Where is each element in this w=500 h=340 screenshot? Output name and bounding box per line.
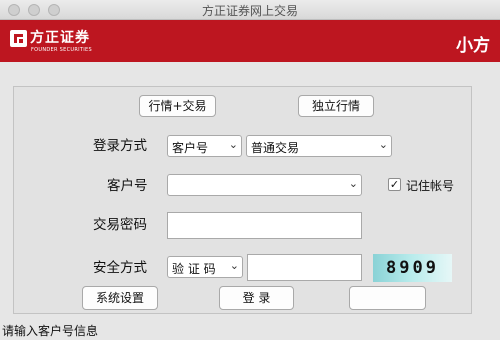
founder-logo-icon <box>10 30 27 47</box>
captcha-input[interactable] <box>247 254 362 281</box>
account-type-value: 客户号 <box>172 141 209 155</box>
security-method-value: 验 证 码 <box>172 262 216 276</box>
trade-type-select[interactable]: 普通交易 ⌄ <box>246 135 392 157</box>
chevron-down-icon: ⌄ <box>229 259 239 272</box>
password-label: 交易密码 <box>93 217 147 233</box>
window-titlebar: 方正证券网上交易 <box>0 0 500 20</box>
account-label: 客户号 <box>107 178 148 194</box>
remember-account-checkbox[interactable]: ✓ <box>388 178 401 191</box>
login-button[interactable]: 登 录 <box>219 286 294 310</box>
account-combobox[interactable]: ⌄ <box>167 174 362 196</box>
account-type-select[interactable]: 客户号 ⌄ <box>167 135 242 157</box>
logo-chinese-text: 方正证券 <box>30 30 90 46</box>
brand-xiaofang: 小方 <box>456 36 490 56</box>
login-method-label: 登录方式 <box>93 138 147 154</box>
security-method-select[interactable]: 验 证 码 ⌄ <box>167 256 243 278</box>
window-title: 方正证券网上交易 <box>201 4 298 18</box>
remember-account-label: 记住帐号 <box>406 179 455 193</box>
chevron-down-icon: ⌄ <box>378 138 388 151</box>
quote-trade-button[interactable]: 行情+交易 <box>139 95 216 117</box>
password-input[interactable] <box>167 212 362 239</box>
captcha-image[interactable]: 8909 <box>373 254 452 282</box>
chevron-down-icon: ⌄ <box>348 177 358 190</box>
security-method-label: 安全方式 <box>93 260 147 276</box>
brand-banner: 方正证券 FOUNDER SECURITIES 小方 <box>0 20 500 62</box>
blank-button[interactable] <box>349 286 426 310</box>
system-settings-button[interactable]: 系统设置 <box>82 286 158 310</box>
standalone-quote-button[interactable]: 独立行情 <box>298 95 374 117</box>
trade-type-value: 普通交易 <box>251 141 300 155</box>
logo-english-text: FOUNDER SECURITIES <box>31 47 92 53</box>
chevron-down-icon: ⌄ <box>228 138 238 151</box>
status-message: 请输入客户号信息 <box>2 324 99 338</box>
